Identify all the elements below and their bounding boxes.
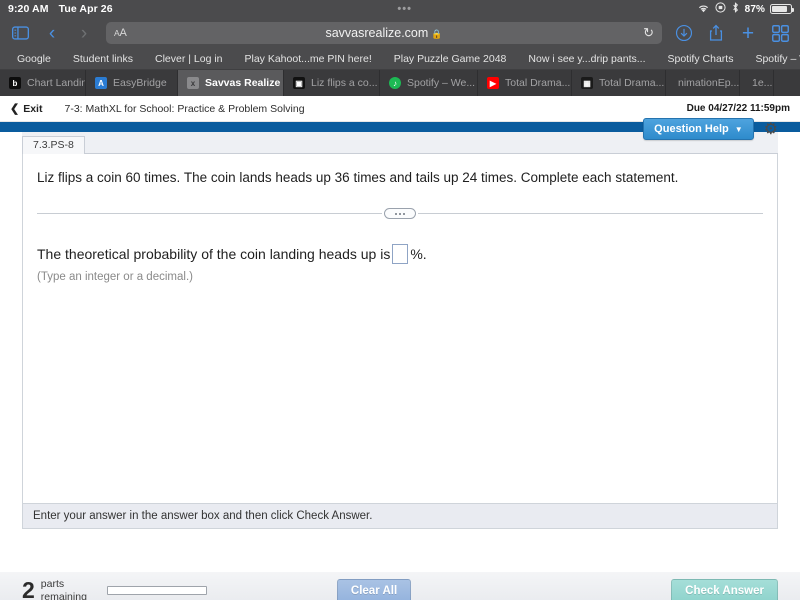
- browser-tab-label: Spotify – We...: [407, 77, 476, 89]
- status-bar-right: 87%: [697, 2, 794, 16]
- browser-tab-active[interactable]: x Savvas Realize: [178, 70, 284, 96]
- favicon-icon: A: [95, 77, 107, 89]
- bookmark-item[interactable]: Google: [6, 53, 62, 65]
- favicon-icon: b: [9, 77, 21, 89]
- lock-icon: 🔒: [431, 29, 443, 39]
- new-tab-icon[interactable]: +: [738, 23, 758, 44]
- download-icon[interactable]: [674, 23, 694, 43]
- assignment-title: 7-3: MathXL for School: Practice & Probl…: [64, 102, 305, 115]
- exercise-action-bar: 2 parts remaining Clear All Check Answer: [0, 572, 800, 600]
- divider-drag-handle[interactable]: [384, 208, 416, 220]
- favicon-icon: ♪: [389, 77, 401, 89]
- browser-tab-label: Total Drama...: [505, 77, 571, 89]
- problem-statement: Liz flips a coin 60 times. The coin land…: [37, 170, 679, 185]
- status-center-dots: •••: [397, 3, 412, 15]
- answer-statement-suffix: %.: [410, 245, 427, 262]
- browser-tab[interactable]: ▣ Liz flips a co...: [284, 70, 380, 96]
- answer-statement-row: The theoretical probability of the coin …: [37, 243, 763, 264]
- exercise-tab-row: 7.3.PS-8 Question Help ▼ ⚙: [22, 118, 778, 154]
- browser-tab[interactable]: 1e...: [740, 70, 774, 96]
- battery-icon: [770, 4, 794, 14]
- reload-icon[interactable]: ↻: [643, 25, 654, 41]
- browser-tab-label: Liz flips a co...: [311, 77, 378, 89]
- answer-input-box[interactable]: [392, 243, 409, 264]
- sidebar-icon[interactable]: [10, 23, 30, 43]
- ios-status-bar: 9:20 AM Tue Apr 26 ••• 87%: [0, 0, 800, 18]
- exit-button[interactable]: ❮ Exit: [10, 102, 43, 116]
- chevron-down-icon: ▼: [734, 124, 743, 134]
- address-bar[interactable]: AA savvasrealize.com 🔒 ↻: [106, 22, 662, 44]
- tabs-overview-icon[interactable]: [770, 23, 790, 43]
- browser-tab-label: EasyBridge: [113, 77, 167, 89]
- safari-toolbar: ‹ › AA savvasrealize.com 🔒 ↻ +: [0, 18, 800, 48]
- bookmark-item[interactable]: Clever | Log in: [144, 53, 234, 65]
- parts-remaining-count: 2: [22, 577, 35, 600]
- parts-remaining-label: parts remaining: [40, 578, 87, 600]
- divider-line-left: [37, 213, 382, 215]
- answer-instruction-bar: Enter your answer in the answer box and …: [22, 504, 778, 529]
- browser-tab-label: Chart Landin...: [27, 77, 85, 89]
- browser-tab[interactable]: ♪ Spotify – We...: [380, 70, 478, 96]
- progress-bar: [106, 586, 207, 595]
- answer-format-hint: (Type an integer or a decimal.): [37, 270, 193, 283]
- wifi-icon: [697, 3, 710, 16]
- check-answer-button[interactable]: Check Answer: [671, 578, 778, 600]
- browser-tab[interactable]: b Chart Landin...: [0, 70, 86, 96]
- bluetooth-icon: [731, 2, 740, 16]
- browser-tab[interactable]: ▦ Total Drama...: [572, 70, 666, 96]
- divider-line-right: [418, 213, 763, 215]
- back-icon[interactable]: ‹: [42, 23, 62, 43]
- status-date: Tue Apr 26: [58, 3, 113, 15]
- favicon-icon: ▣: [293, 77, 305, 89]
- browser-tab[interactable]: ▶ Total Drama...: [478, 70, 572, 96]
- url-text: savvasrealize.com 🔒: [325, 26, 443, 40]
- question-help-button[interactable]: Question Help ▼: [643, 118, 754, 140]
- favicon-icon: ▶: [487, 77, 499, 89]
- share-icon[interactable]: [706, 23, 726, 43]
- browser-tab[interactable]: nimationEp...: [666, 70, 740, 96]
- bookmark-item[interactable]: Play Puzzle Game 2048: [383, 53, 518, 65]
- clear-all-button[interactable]: Clear All: [336, 578, 412, 600]
- bookmark-item[interactable]: Spotify Charts: [657, 53, 745, 65]
- browser-tab-label: nimationEp...: [678, 77, 740, 89]
- browser-tab-label: Total Drama...: [599, 77, 665, 89]
- exercise-content-panel: Liz flips a coin 60 times. The coin land…: [22, 154, 778, 504]
- browser-tab-label: 1e...: [752, 77, 773, 89]
- parts-remaining-group: 2 parts remaining: [22, 578, 207, 600]
- favicon-icon: ▦: [581, 77, 593, 89]
- gear-icon[interactable]: ⚙: [764, 119, 778, 139]
- question-help-area: Question Help ▼ ⚙: [643, 118, 778, 140]
- forward-icon[interactable]: ›: [74, 23, 94, 43]
- question-help-label: Question Help: [654, 123, 729, 135]
- bookmark-item[interactable]: Student links: [62, 53, 144, 65]
- due-date: Due 04/27/22 11:59pm: [686, 103, 790, 114]
- browser-tab-label: Savvas Realize: [205, 77, 281, 89]
- browser-tab[interactable]: A EasyBridge: [86, 70, 178, 96]
- battery-percent-label: 87%: [744, 3, 765, 15]
- chevron-left-icon: ❮: [10, 103, 20, 115]
- bookmark-item[interactable]: Play Kahoot...me PIN here!: [234, 53, 383, 65]
- exercise-id-tab[interactable]: 7.3.PS-8: [22, 136, 85, 154]
- panel-divider: [37, 206, 763, 222]
- exit-label: Exit: [23, 102, 43, 115]
- status-time: 9:20 AM: [8, 3, 49, 15]
- bookmark-item[interactable]: Now i see y...drip pants...: [517, 53, 656, 65]
- favicon-icon: x: [187, 77, 199, 89]
- answer-statement-prefix: The theoretical probability of the coin …: [37, 245, 391, 262]
- rotation-lock-icon: [715, 2, 726, 16]
- bookmarks-bar: Google Student links Clever | Log in Pla…: [0, 48, 800, 70]
- status-bar-left: 9:20 AM Tue Apr 26: [8, 3, 113, 15]
- browser-tab-strip: b Chart Landin... A EasyBridge x Savvas …: [0, 70, 800, 96]
- exercise-area: 7.3.PS-8 Question Help ▼ ⚙ Liz flips a c…: [0, 118, 800, 572]
- bookmark-item[interactable]: Spotify – Wendywhaleym: [744, 53, 800, 65]
